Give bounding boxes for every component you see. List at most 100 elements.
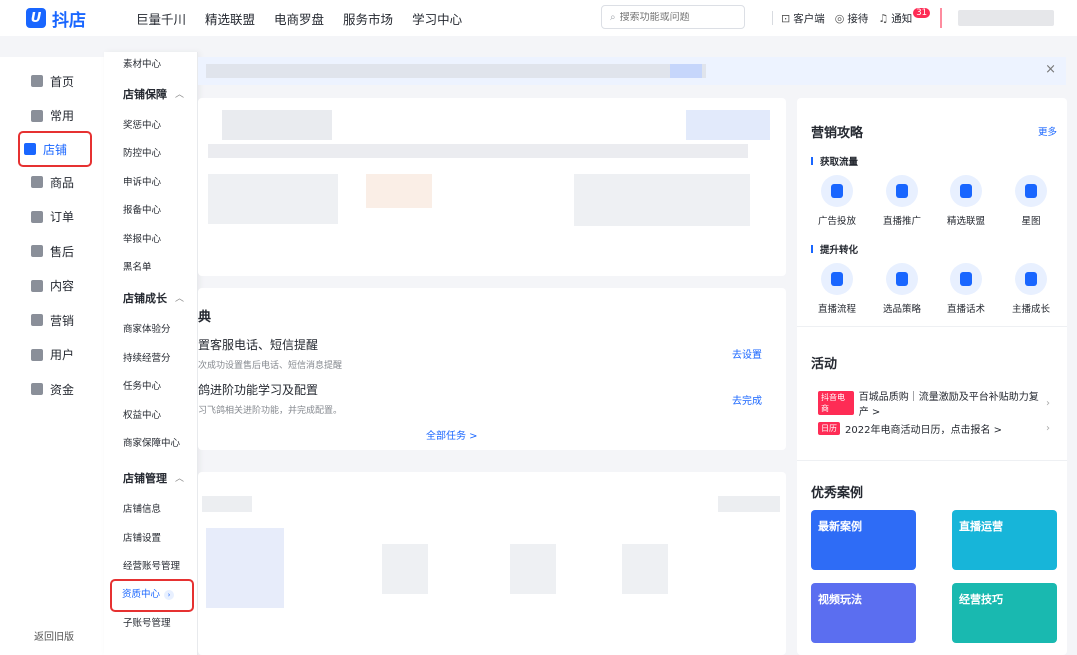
chevron-right-icon: ›: [1046, 423, 1050, 434]
ad-icon: [821, 175, 853, 207]
sidebar-item-users[interactable]: 用户: [0, 338, 104, 373]
sidebar-item-funds[interactable]: 资金: [0, 372, 104, 407]
data-card: [198, 472, 786, 655]
top-nav-item[interactable]: 精选联盟: [205, 9, 255, 28]
chevron-up-icon: ︿: [175, 294, 185, 305]
sidebar-item-orders[interactable]: 订单: [0, 200, 104, 235]
sidebar-item-label: 用户: [50, 348, 75, 363]
task-action-button[interactable]: 去完成: [732, 392, 762, 407]
task-title: 置客服电话、短信提醒: [198, 338, 319, 352]
submenu-link[interactable]: 商家体验分: [104, 316, 197, 344]
tile-anchor-growth[interactable]: 主播成长: [1006, 263, 1056, 315]
top-nav-item[interactable]: 学习中心: [412, 9, 462, 28]
sidebar-item-label: 店铺: [43, 142, 68, 157]
submenu-link[interactable]: 经营账号管理: [104, 553, 197, 581]
submenu-link[interactable]: 权益中心: [104, 402, 197, 430]
star-map-icon: [1015, 175, 1047, 207]
tile-ad[interactable]: 广告投放: [812, 175, 862, 227]
tile-label: 星图: [1021, 216, 1041, 227]
chevron-right-icon: ›: [1046, 397, 1050, 409]
tile-live-promo[interactable]: 直播推广: [877, 175, 927, 227]
sidebar-item-aftersales[interactable]: 售后: [0, 234, 104, 269]
submenu-link[interactable]: 子账号管理: [104, 610, 197, 638]
shop-submenu: 素材中心 店铺保障 ︿ 奖惩中心 防控中心 申诉中心 报备中心 举报中心 黑名单 …: [104, 52, 198, 655]
sidebar: 首页 常用 店铺 商品 订单 售后 内容 营销 用户 资金 返回旧版: [0, 57, 104, 655]
sidebar-item-home[interactable]: 首页: [0, 64, 104, 99]
user-info[interactable]: [958, 10, 1054, 26]
live-icon: [886, 175, 918, 207]
submenu-link[interactable]: 举报中心: [104, 226, 197, 254]
activity-item[interactable]: 抖音电商 百城品质购｜流量激励及平台补贴助力复产 > ›: [818, 388, 1050, 418]
top-nav-item[interactable]: 服务市场: [343, 9, 393, 28]
tile-script[interactable]: 直播话术: [941, 263, 991, 315]
activity-item[interactable]: 日历 2022年电商活动日历，点击报名 > ›: [818, 421, 1050, 436]
back-to-old-version-link[interactable]: 返回旧版: [34, 628, 74, 643]
content-icon: [31, 279, 43, 292]
sidebar-item-label: 常用: [50, 109, 75, 124]
phone-icon: [821, 263, 853, 295]
submenu-link[interactable]: 素材中心: [104, 52, 197, 78]
chevron-up-icon: ︿: [175, 474, 185, 485]
submenu-link[interactable]: 报备中心: [104, 197, 197, 225]
tile-live-process[interactable]: 直播流程: [812, 263, 862, 315]
all-tasks-link[interactable]: 全部任务 >: [426, 427, 478, 442]
chevron-right-icon: ›: [164, 590, 175, 601]
submenu-link[interactable]: 申诉中心: [104, 169, 197, 197]
sidebar-item-shop[interactable]: 店铺: [18, 131, 92, 167]
submenu-link-qualification[interactable]: 资质中心 ›: [110, 579, 194, 612]
submenu-link[interactable]: 店铺设置: [104, 525, 197, 553]
top-nav-item[interactable]: 巨量千川: [136, 9, 186, 28]
sidebar-item-products[interactable]: 商品: [0, 165, 104, 200]
submenu-link[interactable]: 商家保障中心: [104, 430, 197, 458]
case-card[interactable]: 经营技巧: [952, 583, 1057, 643]
notice-button[interactable]: ♫ 通知 31: [878, 8, 931, 26]
blurred-content: [622, 544, 668, 594]
submenu-link[interactable]: 奖惩中心: [104, 112, 197, 140]
case-card[interactable]: 视频玩法: [811, 583, 916, 643]
sidebar-item-label: 首页: [50, 74, 75, 89]
sidebar-item-common[interactable]: 常用: [0, 99, 104, 134]
blurred-content: [382, 544, 428, 594]
tile-label: 广告投放: [817, 216, 856, 227]
client-button[interactable]: ⊡ 客户端: [781, 11, 825, 26]
search-box[interactable]: ⌕: [601, 5, 745, 29]
sidebar-item-content[interactable]: 内容: [0, 269, 104, 304]
logo[interactable]: U 抖店: [26, 6, 136, 31]
tile-label: 主播成长: [1011, 304, 1050, 315]
close-icon[interactable]: ×: [1045, 62, 1056, 77]
task-action-button[interactable]: 去设置: [732, 346, 762, 361]
marketing-title: 营销攻略: [811, 126, 864, 141]
sidebar-item-marketing[interactable]: 营销: [0, 303, 104, 338]
activity-tag: 日历: [818, 422, 840, 435]
more-link[interactable]: 更多: [1038, 124, 1057, 138]
reception-button[interactable]: ◎ 接待: [835, 11, 869, 26]
sidebar-item-label: 订单: [50, 210, 75, 225]
monitor-icon: ⊡: [781, 11, 791, 25]
top-nav-item[interactable]: 电商罗盘: [274, 9, 324, 28]
search-input[interactable]: [619, 11, 730, 23]
tile-xingtu[interactable]: 星图: [1006, 175, 1056, 227]
submenu-link[interactable]: 任务中心: [104, 373, 197, 401]
anchor-icon: [1015, 263, 1047, 295]
case-card[interactable]: 最新案例: [811, 510, 916, 570]
user-icon: [31, 348, 43, 361]
tasks-card: 典 置客服电话、短信提醒 次成功设置售后电话、短信消息提醒 去设置 鸽进阶功能学…: [198, 288, 786, 450]
tile-alliance[interactable]: 精选联盟: [941, 175, 991, 227]
submenu-link[interactable]: 防控中心: [104, 140, 197, 168]
submenu-link[interactable]: 黑名单: [104, 254, 197, 282]
submenu-group-header[interactable]: 店铺保障 ︿: [104, 78, 197, 112]
submenu-group-header[interactable]: 店铺管理 ︿: [104, 462, 197, 496]
submenu-group-header[interactable]: 店铺成长 ︿: [104, 282, 197, 316]
tile-selection[interactable]: 选品策略: [877, 263, 927, 315]
blurred-content: [206, 528, 284, 608]
case-card[interactable]: 直播运营: [952, 510, 1057, 570]
blurred-content: [366, 174, 432, 208]
bag-icon: [31, 176, 43, 189]
tile-label: 选品策略: [882, 304, 921, 315]
submenu-link[interactable]: 店铺信息: [104, 496, 197, 524]
marketing-subtitle: 获取流量: [811, 154, 858, 168]
overview-card: [198, 98, 786, 276]
submenu-link-label: 资质中心: [122, 589, 161, 601]
blurred-content: [208, 174, 338, 224]
submenu-link[interactable]: 持续经营分: [104, 345, 197, 373]
